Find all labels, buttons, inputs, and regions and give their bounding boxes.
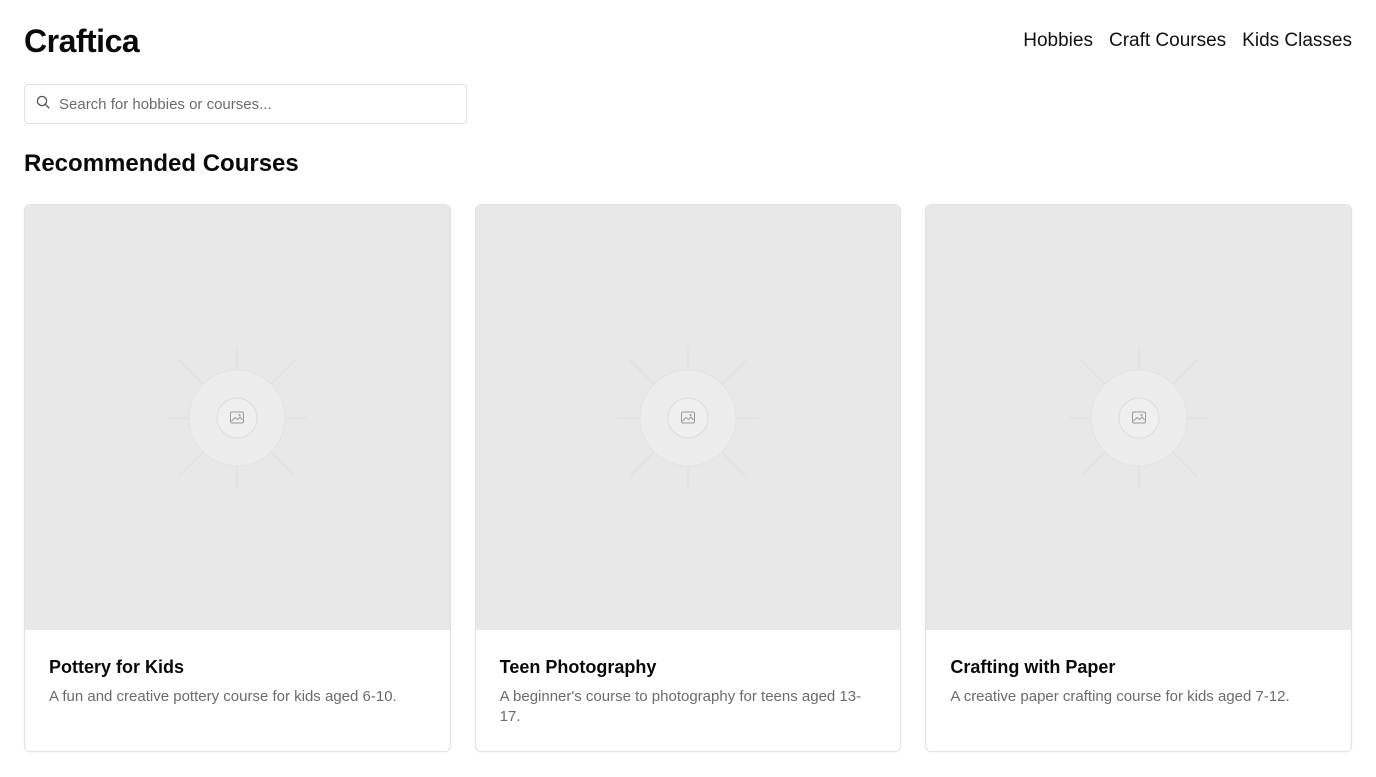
- nav-link-hobbies[interactable]: Hobbies: [1023, 30, 1093, 52]
- site-logo[interactable]: Craftica: [24, 23, 140, 60]
- course-card[interactable]: Crafting with Paper A creative paper cra…: [925, 204, 1353, 752]
- nav-link-kids-classes[interactable]: Kids Classes: [1242, 30, 1352, 52]
- course-description: A beginner's course to photography for t…: [499, 688, 862, 725]
- image-placeholder-icon: [1068, 347, 1209, 488]
- course-title[interactable]: Teen Photography: [500, 656, 877, 678]
- section-title: Recommended Courses: [24, 150, 299, 177]
- page: Craftica Hobbies Craft Courses Kids Clas…: [0, 0, 1376, 777]
- course-image-placeholder: [926, 205, 1352, 630]
- image-placeholder-icon: [618, 347, 758, 488]
- course-description: A creative paper crafting course for kid…: [950, 688, 1290, 705]
- course-card-body: Pottery for Kids A fun and creative pott…: [25, 630, 450, 707]
- course-image-placeholder: [25, 205, 450, 630]
- course-card[interactable]: Teen Photography A beginner's course to …: [474, 204, 902, 752]
- course-card-body: Teen Photography A beginner's course to …: [476, 630, 901, 727]
- course-image-placeholder: [475, 205, 901, 630]
- course-title[interactable]: Pottery for Kids: [49, 656, 426, 678]
- image-placeholder-icon: [167, 347, 308, 488]
- site-header: Craftica Hobbies Craft Courses Kids Clas…: [24, 0, 1352, 84]
- course-description: A fun and creative pottery course for ki…: [49, 688, 397, 705]
- search-box[interactable]: [24, 84, 467, 124]
- course-card[interactable]: Pottery for Kids A fun and creative pott…: [24, 204, 451, 752]
- search-icon: [36, 95, 50, 109]
- search-input[interactable]: [57, 94, 466, 114]
- main-nav: Hobbies Craft Courses Kids Classes: [1023, 30, 1352, 52]
- course-title[interactable]: Crafting with Paper: [950, 656, 1327, 678]
- nav-link-craft-courses[interactable]: Craft Courses: [1109, 30, 1226, 52]
- course-card-body: Crafting with Paper A creative paper cra…: [926, 630, 1351, 707]
- course-list: Pottery for Kids A fun and creative pott…: [24, 204, 1353, 752]
